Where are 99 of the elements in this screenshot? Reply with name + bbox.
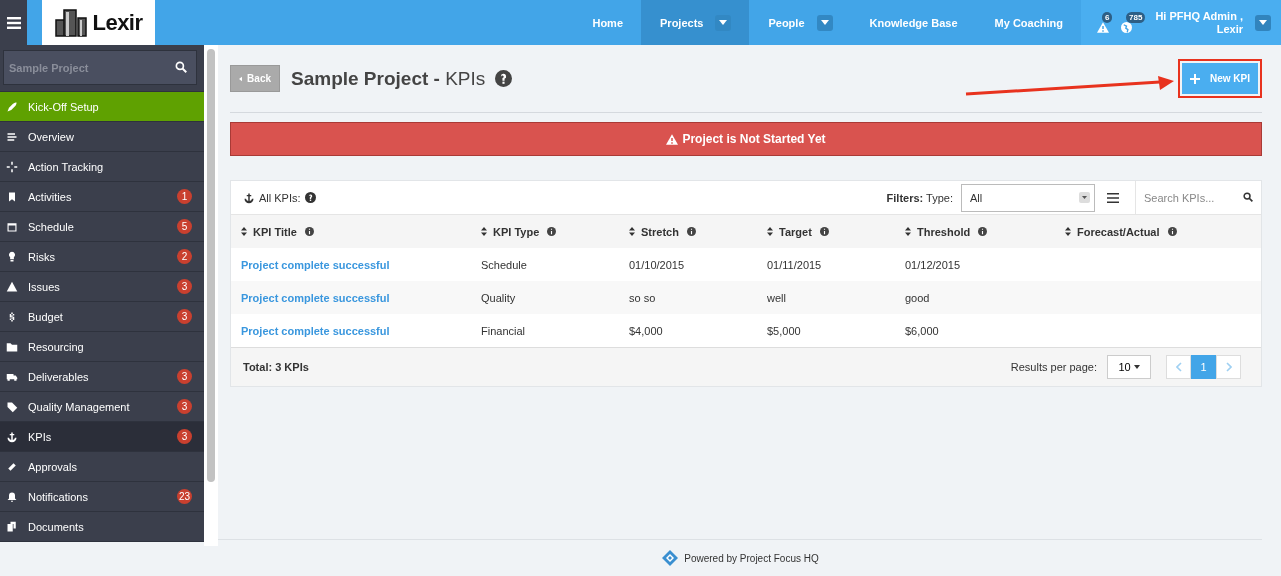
- banner-text: Project is Not Started Yet: [682, 132, 826, 146]
- bookmark-icon: [6, 190, 18, 203]
- panel-heading: All KPIs:: [259, 191, 301, 204]
- table-cell: $4,000: [629, 324, 663, 337]
- total-count: Total: 3 KPIs: [243, 361, 309, 373]
- info-icon: [1167, 227, 1177, 236]
- column-header[interactable]: Target: [767, 225, 905, 238]
- help-icon[interactable]: [495, 70, 513, 87]
- column-header[interactable]: KPI Title: [241, 225, 481, 238]
- sidebar-item[interactable]: KPIs 3: [0, 422, 204, 452]
- warning-icon: [666, 133, 679, 145]
- count-badge: 23: [176, 489, 192, 504]
- table-cell: Quality: [481, 291, 516, 304]
- sidebar-item[interactable]: Risks 2: [0, 242, 204, 272]
- info-icon: [819, 227, 829, 236]
- count-badge: 3: [177, 279, 192, 294]
- search-icon: [175, 61, 187, 73]
- dropdown-toggle[interactable]: [715, 14, 732, 31]
- sort-icon: [241, 227, 247, 236]
- table-cell: 01/10/2015: [629, 258, 685, 271]
- page-title: Sample Project - KPIs: [291, 67, 486, 90]
- count-badge: 6: [1102, 12, 1113, 23]
- count-badge: 1: [177, 189, 192, 204]
- footer-text: Powered by Project Focus HQ: [684, 552, 819, 564]
- per-page-label: Results per page:: [1010, 361, 1097, 373]
- caret-icon: [239, 75, 243, 82]
- crosshair-icon: [6, 160, 18, 173]
- table-cell: 01/12/2015: [905, 258, 961, 271]
- globe-icon[interactable]: [1121, 22, 1132, 33]
- table-cell: $6,000: [905, 324, 939, 337]
- lightbulb-icon: [6, 250, 18, 263]
- info-icon: [686, 227, 696, 236]
- column-header[interactable]: Threshold: [905, 225, 1065, 238]
- warning-icon[interactable]: [1097, 22, 1109, 33]
- search-field[interactable]: Sample Project: [3, 50, 197, 85]
- logo-text: Lexir: [92, 9, 143, 36]
- warning-icon: [6, 280, 18, 293]
- tag-icon: [6, 400, 18, 413]
- count-badge: 3: [177, 369, 192, 384]
- caret-icon: [820, 20, 829, 25]
- count-badge: 785: [1126, 12, 1146, 23]
- per-page-select[interactable]: 10: [1107, 355, 1151, 379]
- count-badge: 3: [177, 309, 192, 324]
- type-select[interactable]: All: [961, 183, 1095, 212]
- anchor-icon: [6, 430, 18, 443]
- sidebar-item[interactable]: Issues 3: [0, 272, 204, 302]
- sort-icon: [905, 227, 911, 236]
- folder-icon: [6, 340, 18, 353]
- table-cell: well: [767, 291, 786, 304]
- search-icon: [1243, 192, 1253, 202]
- caret-icon: [719, 20, 728, 25]
- scrollbar[interactable]: [204, 45, 218, 546]
- sidebar-item[interactable]: Budget 3: [0, 302, 204, 332]
- dropdown-toggle[interactable]: [1255, 14, 1271, 31]
- column-header[interactable]: Forecast/Actual: [1065, 225, 1261, 238]
- documents-icon: [6, 520, 18, 533]
- chevron-right-icon: [1225, 362, 1232, 372]
- table-cell: 01/11/2015: [767, 258, 822, 271]
- dropdown-toggle[interactable]: [816, 14, 833, 31]
- table-cell: so so: [629, 291, 656, 304]
- sort-icon: [481, 227, 487, 236]
- count-badge: 3: [177, 429, 192, 444]
- sort-icon: [767, 227, 773, 236]
- caret-icon: [1133, 365, 1140, 369]
- column-header[interactable]: KPI Type: [481, 225, 629, 238]
- sidebar-item[interactable]: Schedule 5: [0, 212, 204, 242]
- plus-icon: [1190, 73, 1200, 84]
- sort-icon: [629, 227, 635, 236]
- filter-label: Filters: Type:: [886, 191, 953, 204]
- info-icon: [978, 227, 988, 236]
- logo-icon: [661, 549, 680, 567]
- table-cell: good: [905, 291, 930, 304]
- calendar-icon: [6, 220, 18, 233]
- sidebar-item[interactable]: Activities 1: [0, 182, 204, 212]
- count-badge: 3: [177, 399, 192, 414]
- table-cell: $5,000: [767, 324, 801, 337]
- sidebar-item[interactable]: Resourcing: [0, 332, 204, 362]
- menu-button[interactable]: [0, 0, 27, 45]
- anchor-icon: [243, 191, 255, 204]
- list-icon[interactable]: [1107, 192, 1119, 203]
- column-header[interactable]: Stretch: [629, 225, 767, 238]
- bell-icon: [6, 490, 18, 503]
- chevron-left-icon: [1175, 362, 1182, 372]
- info-icon: [547, 227, 557, 236]
- sidebar-item[interactable]: Deliverables 3: [0, 362, 204, 392]
- sidebar-item[interactable]: Notifications 23: [0, 482, 204, 512]
- count-badge: 5: [177, 219, 192, 234]
- count-badge: 2: [177, 249, 192, 264]
- info-icon: [304, 227, 314, 236]
- caret-icon: [1259, 20, 1267, 25]
- help-icon[interactable]: [304, 192, 316, 203]
- table-cell: Schedule: [481, 258, 527, 271]
- menu-icon: [6, 16, 21, 29]
- scrollbar-thumb[interactable]: [207, 49, 215, 482]
- sort-icon: [1065, 227, 1071, 236]
- logo[interactable]: Lexir: [42, 0, 155, 45]
- table-cell: Financial: [481, 324, 526, 337]
- lines-icon: [6, 130, 18, 143]
- dropdown-icon: [1079, 192, 1090, 203]
